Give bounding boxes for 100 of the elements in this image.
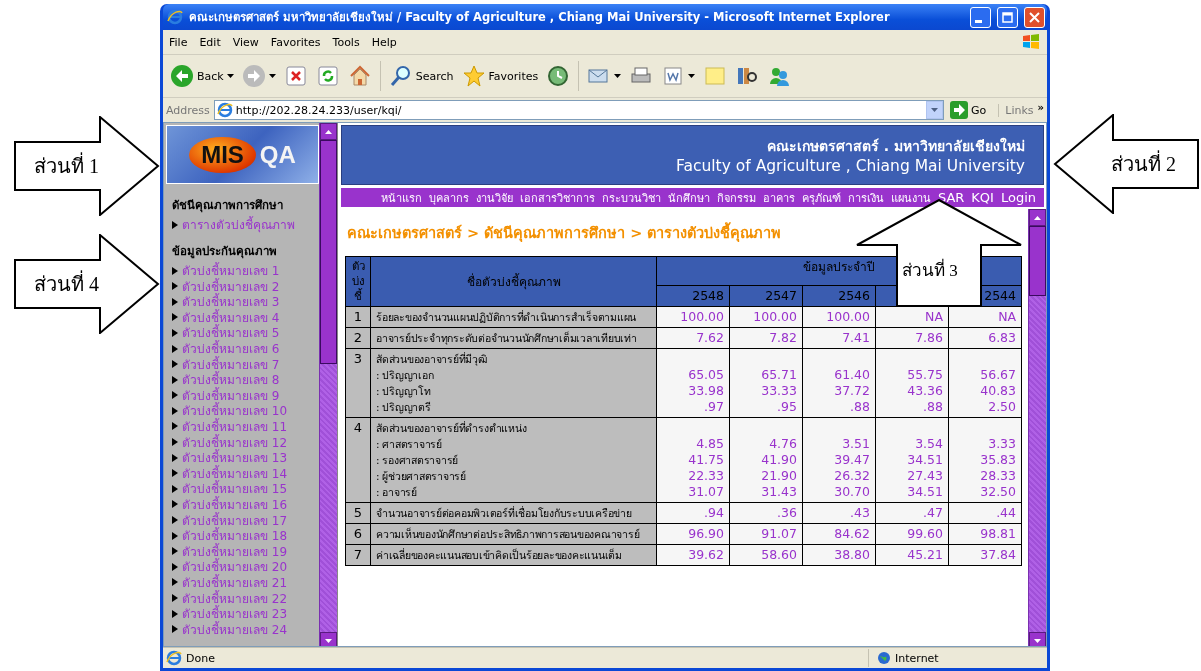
zone-text: Internet [895, 651, 939, 665]
caret-icon [688, 74, 696, 78]
banner-subtitle: Faculty of Agriculture , Chiang Mai University [675, 157, 1025, 175]
section-heading: ข้อมูลประกันคุณภาพ [172, 242, 278, 260]
triangle-bullet-icon [172, 375, 178, 384]
scroll-down-button[interactable] [320, 632, 337, 646]
scroll-up-button[interactable] [320, 123, 337, 140]
address-label: Address [166, 103, 210, 117]
nav-link[interactable]: อาคาร [762, 188, 795, 207]
table-cell: 7 [345, 544, 371, 566]
links-button[interactable]: Links [1005, 103, 1034, 117]
note-icon [703, 64, 728, 88]
down-arrow-icon [1034, 638, 1041, 643]
nav-link[interactable]: แผนงาน [890, 188, 931, 207]
scroll-thumb[interactable] [1029, 226, 1046, 296]
triangle-bullet-icon [172, 453, 178, 462]
table-cell-text: 26.32 [833, 468, 870, 484]
more-button[interactable]: » [1037, 103, 1044, 112]
section-heading: ดัชนีคุณภาพการศึกษา [172, 197, 284, 215]
table-cell: 5 [345, 502, 371, 524]
scroll-up-button[interactable] [1029, 209, 1046, 226]
callout-label: ส่วนที่ 4 [34, 272, 99, 296]
table-cell-text: 37.72 [833, 383, 870, 399]
down-arrow-icon [325, 638, 332, 643]
triangle-bullet-icon [172, 516, 178, 525]
star-icon [461, 64, 486, 88]
close-button[interactable] [1024, 6, 1045, 28]
menu-item[interactable]: Favorites [264, 35, 327, 49]
nav-link[interactable]: เอกสารวิชาการ [519, 188, 595, 207]
nav-link[interactable]: กระบวนวิชา [601, 188, 661, 207]
up-arrow-icon [1034, 215, 1041, 220]
nav-link[interactable]: ครุภัณฑ์ [801, 188, 841, 207]
table-cell-text: 27.43 [906, 468, 943, 484]
menu-item[interactable]: Tools [326, 35, 366, 49]
minimize-icon [975, 19, 982, 23]
back-button[interactable]: Back [167, 62, 237, 90]
triangle-bullet-icon [172, 282, 178, 291]
nav-link[interactable]: บุคลากร [428, 188, 469, 207]
table-cell: จำนวนอาจารย์ต่อคอมพิวเตอร์ที่เชื่อมโยงกับระบบเครือข่าย [370, 502, 657, 524]
menu-item[interactable]: Edit [193, 35, 227, 49]
callout-label: ส่วนที่ 1 [34, 154, 99, 178]
favorites-button[interactable]: Favorites [458, 62, 542, 90]
maximize-button[interactable] [997, 6, 1018, 28]
nav-link[interactable]: Login [1000, 190, 1036, 205]
table-cell: ค่าเฉลี่ยของคะแนนสอบเข้าคิดเป็นร้อยละของคะแนนเต็ม [370, 544, 657, 566]
logo-text: MIS [189, 136, 256, 173]
table-cell-text: 43.36 [906, 383, 943, 399]
table-cell-text: 55.75 [906, 367, 943, 383]
triangle-bullet-icon [172, 531, 178, 540]
triangle-bullet-icon [172, 594, 178, 602]
caret-icon [931, 108, 938, 112]
table-cell-text: สัดส่วนของอาจารย์ที่มีวุฒิ [376, 351, 488, 367]
menu-item[interactable]: Help [365, 35, 403, 49]
triangle-bullet-icon [172, 220, 178, 229]
nav-link[interactable]: นักศึกษา [667, 188, 710, 207]
table-cell-text: 65.71 [760, 367, 797, 383]
table-cell-text: : รองศาสตราจารย์ [376, 453, 460, 468]
search-button[interactable]: Search [385, 62, 457, 90]
table-cell-text: : ปริญญาตรี [376, 400, 432, 415]
scrollbar[interactable] [319, 123, 337, 646]
triangle-bullet-icon [172, 360, 178, 369]
table-cell-text: 41.90 [760, 452, 797, 468]
table-cell-text: 35.83 [979, 452, 1017, 468]
triangle-bullet-icon [172, 500, 178, 509]
table-cell-text: .88 [922, 399, 943, 415]
menu-item[interactable]: File [163, 35, 194, 49]
stop-icon [283, 64, 308, 88]
table-cell-text: 34.51 [906, 452, 943, 468]
table-cell-text: 3.33 [987, 436, 1017, 452]
table-cell-text: 22.33 [687, 468, 724, 484]
nav-link[interactable]: กิจกรรม [716, 188, 756, 207]
close-icon [1029, 11, 1040, 23]
table-cell: 1 [345, 306, 371, 328]
scrollbar[interactable] [1028, 209, 1046, 646]
table-cell-text: 61.40 [833, 367, 870, 383]
triangle-bullet-icon [172, 578, 178, 587]
caret-icon [614, 74, 622, 78]
go-button[interactable]: Go [948, 101, 995, 119]
scroll-thumb[interactable] [320, 140, 337, 364]
minimize-button[interactable] [970, 6, 991, 28]
globe-icon [877, 651, 891, 665]
dropdown-button[interactable] [926, 101, 943, 119]
column-header: ตัวบ่งชี้ [345, 256, 371, 307]
nav-link[interactable]: งานวิจัย [475, 188, 513, 207]
refresh-icon [315, 64, 340, 88]
menu-item[interactable]: View [226, 35, 265, 49]
nav-link[interactable]: การเงิน [847, 188, 884, 207]
address-field[interactable]: http://202.28.24.233/user/kqi/ [213, 100, 944, 120]
table-cell: ร้อยละของจำนวนแผนปฏิบัติการที่ดำเนินการสำเร็จตามแผน [370, 306, 657, 328]
nav-link[interactable]: หน้าแรก [380, 188, 422, 207]
table-cell-text: 28.33 [979, 468, 1017, 484]
nav-link[interactable]: KQI [971, 190, 994, 205]
table-cell-text: : ปริญญาเอก [376, 368, 435, 383]
scroll-down-button[interactable] [1029, 632, 1046, 646]
triangle-bullet-icon [172, 328, 178, 337]
maximize-icon [1002, 11, 1013, 23]
table-cell-text: .88 [849, 399, 870, 415]
table-cell: 2 [345, 327, 371, 349]
table-cell-text: 2.50 [987, 399, 1017, 415]
window-title: คณะเกษตรศาสตร์ มหาวิทยาลัยเชียงใหม่ / Faculty of Agriculture , Chiang Mai University - Microsoft Internet Explorer [189, 9, 891, 26]
